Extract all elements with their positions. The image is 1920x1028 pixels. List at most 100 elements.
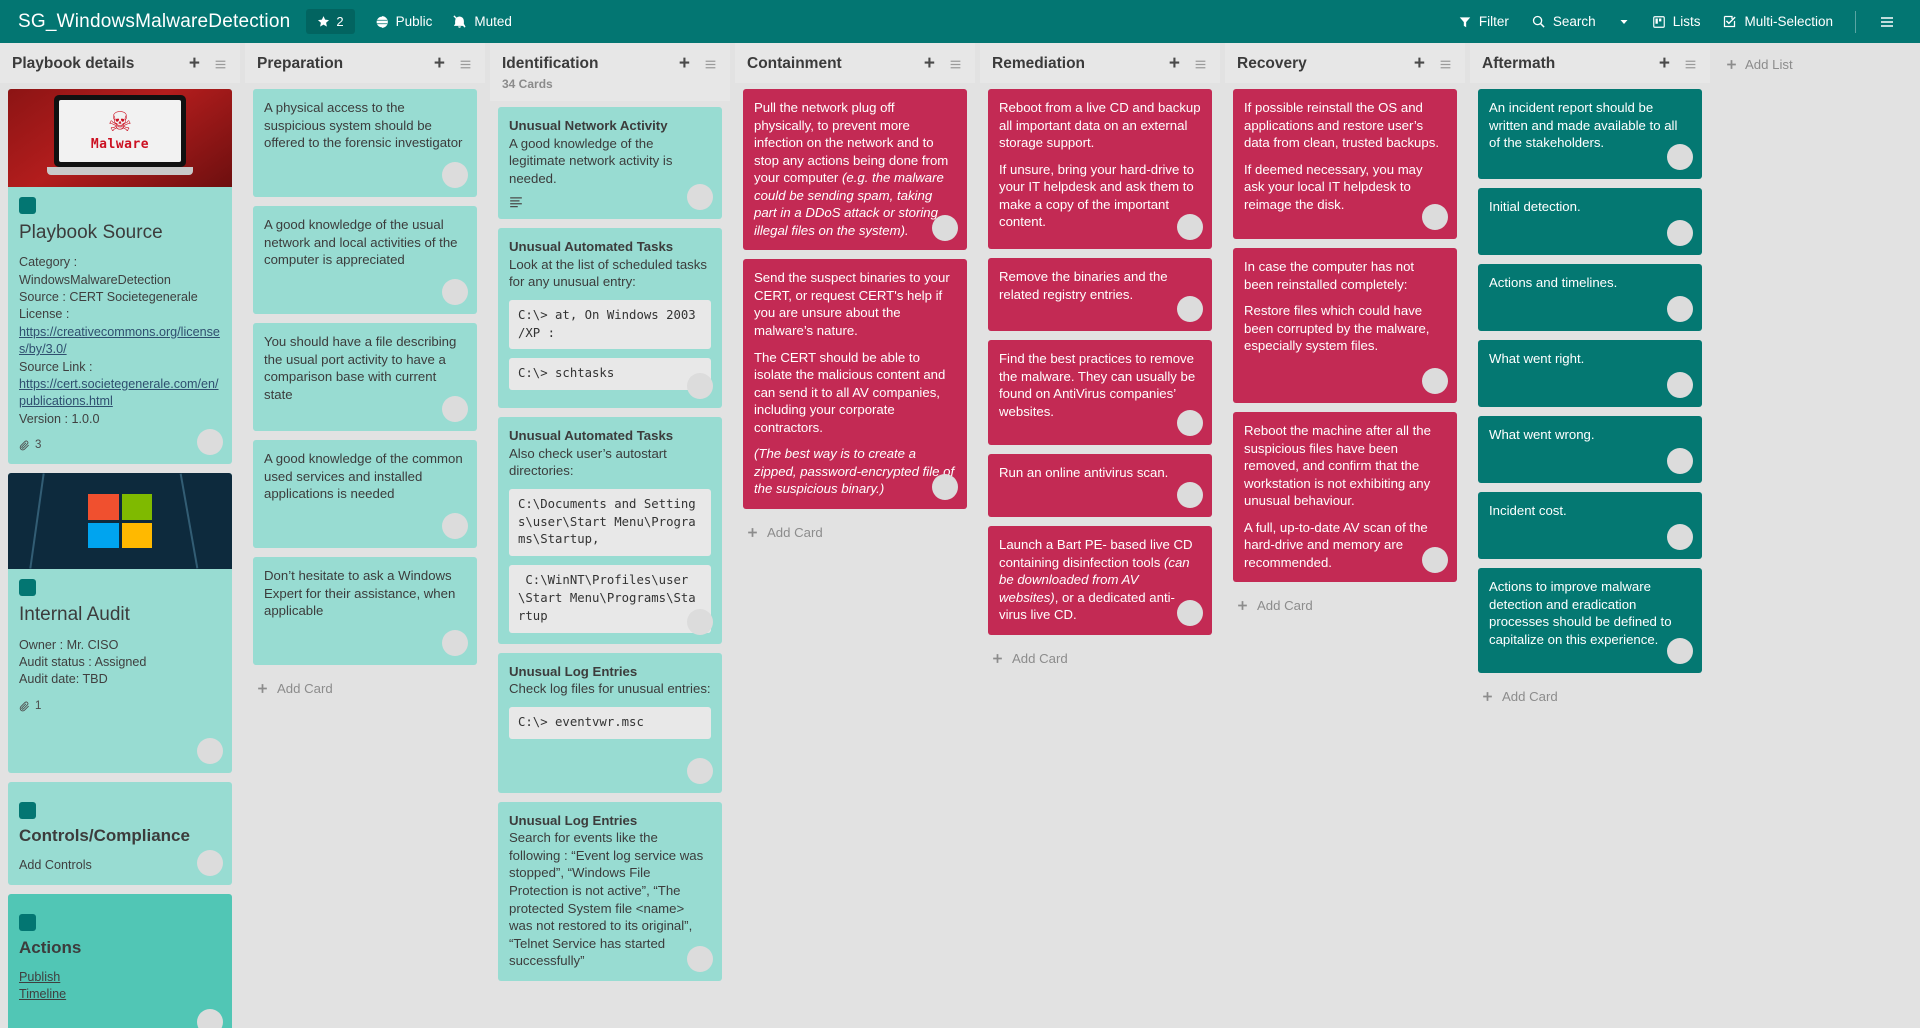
list-menu-icon[interactable]: [1438, 58, 1453, 71]
card[interactable]: Actions Publish Timeline: [8, 894, 232, 1028]
card[interactable]: Reboot the machine after all the suspici…: [1233, 412, 1457, 583]
star-button[interactable]: 2: [306, 9, 355, 34]
visibility-button[interactable]: Public: [365, 8, 443, 35]
avatar[interactable]: [442, 396, 468, 422]
card[interactable]: What went wrong.: [1478, 416, 1702, 483]
card[interactable]: Actions and timelines.: [1478, 264, 1702, 331]
card[interactable]: Run an online antivirus scan.: [988, 454, 1212, 517]
avatar[interactable]: [197, 1009, 223, 1028]
action-link[interactable]: Publish: [19, 969, 221, 986]
search-button[interactable]: Search: [1521, 8, 1606, 35]
avatar[interactable]: [1422, 368, 1448, 394]
avatar[interactable]: [687, 184, 713, 211]
plus-icon: [1481, 690, 1494, 703]
avatar[interactable]: [1667, 220, 1693, 246]
list-menu-icon[interactable]: [703, 58, 718, 71]
card[interactable]: Unusual Log Entries Search for events lik…: [498, 801, 722, 981]
multi-selection-button[interactable]: Multi-Selection: [1712, 8, 1843, 35]
card[interactable]: Launch a Bart PE- based live CD containi…: [988, 526, 1212, 635]
avatar[interactable]: [197, 738, 223, 765]
card[interactable]: In case the computer has not been reinst…: [1233, 248, 1457, 403]
add-card-button[interactable]: Add Card: [253, 674, 477, 703]
add-card-button[interactable]: Add Card: [743, 518, 967, 547]
card[interactable]: Internal Audit Owner : Mr. CISO Audit stat…: [8, 473, 232, 774]
action-link[interactable]: Timeline: [19, 986, 221, 1003]
card-attachment-count: 1: [19, 699, 221, 714]
avatar[interactable]: [1177, 482, 1203, 508]
add-card-icon[interactable]: +: [1169, 54, 1180, 73]
avatar[interactable]: [1667, 524, 1693, 550]
avatar[interactable]: [1177, 410, 1203, 436]
avatar[interactable]: [1177, 214, 1203, 240]
source-link[interactable]: https://cert.societegenerale.com/en/publ…: [19, 376, 221, 411]
notifications-button[interactable]: Muted: [442, 8, 522, 35]
add-list-button[interactable]: Add List: [1715, 43, 1803, 86]
filter-button[interactable]: Filter: [1448, 8, 1519, 35]
list-menu-icon[interactable]: [213, 58, 228, 71]
add-card-icon[interactable]: +: [924, 54, 935, 73]
avatar[interactable]: [1667, 144, 1693, 170]
card[interactable]: What went right.: [1478, 340, 1702, 407]
card[interactable]: Incident cost.: [1478, 492, 1702, 559]
add-card-icon[interactable]: +: [189, 54, 200, 73]
card[interactable]: Remove the binaries and the related regi…: [988, 258, 1212, 331]
add-card-icon[interactable]: +: [434, 54, 445, 73]
card[interactable]: Don’t hesitate to ask a Windows Expert f…: [253, 557, 477, 665]
avatar[interactable]: [1667, 372, 1693, 398]
card-code-block: C:\> eventvwr.msc: [509, 706, 711, 739]
card[interactable]: An incident report should be written and…: [1478, 89, 1702, 179]
lists-button[interactable]: Lists: [1642, 8, 1711, 35]
avatar[interactable]: [1177, 599, 1203, 626]
list-body: ☠ Malware Playbook Source Category : Windo…: [0, 83, 240, 1028]
card[interactable]: A physical access to the suspicious syst…: [253, 89, 477, 197]
avatar[interactable]: [442, 279, 468, 305]
search-dropdown-button[interactable]: [1608, 10, 1640, 34]
list-menu-icon[interactable]: [1683, 58, 1698, 71]
card[interactable]: A good knowledge of the usual network an…: [253, 206, 477, 314]
card[interactable]: Unusual Log Entries Check log files for u…: [498, 652, 722, 793]
list-header: Recovery +: [1225, 43, 1465, 83]
avatar[interactable]: [687, 608, 713, 635]
card[interactable]: Reboot from a live CD and backup all imp…: [988, 89, 1212, 249]
card[interactable]: ☠ Malware Playbook Source Category : Windo…: [8, 89, 232, 465]
avatar[interactable]: [442, 513, 468, 539]
card[interactable]: Pull the network plug off physically, to…: [743, 89, 967, 251]
list-body: A physical access to the suspicious syst…: [245, 83, 485, 1028]
card[interactable]: Initial detection.: [1478, 188, 1702, 255]
card[interactable]: A good knowledge of the common used serv…: [253, 440, 477, 548]
avatar[interactable]: [687, 945, 713, 972]
card[interactable]: Controls/Compliance Add Controls: [8, 782, 232, 886]
avatar[interactable]: [687, 373, 713, 400]
list-menu-icon[interactable]: [458, 58, 473, 71]
add-card-button[interactable]: Add Card: [1233, 591, 1457, 620]
avatar[interactable]: [1177, 296, 1203, 322]
add-card-icon[interactable]: +: [1659, 54, 1670, 73]
add-card-button[interactable]: Add Card: [1478, 682, 1702, 711]
card[interactable]: Send the suspect binaries to your CERT, …: [743, 259, 967, 509]
board-menu-button[interactable]: [1868, 8, 1906, 36]
avatar[interactable]: [1667, 296, 1693, 322]
card[interactable]: Unusual Automated Tasks Look at the list …: [498, 228, 722, 409]
card[interactable]: Unusual Automated Tasks Also check user’s…: [498, 417, 722, 644]
card[interactable]: You should have a file describing the us…: [253, 323, 477, 431]
add-card-icon[interactable]: +: [679, 54, 690, 73]
card[interactable]: Find the best practices to remove the ma…: [988, 340, 1212, 445]
add-card-button[interactable]: Add Card: [988, 644, 1212, 673]
add-card-icon[interactable]: +: [1414, 54, 1425, 73]
avatar[interactable]: [442, 630, 468, 656]
avatar[interactable]: [1667, 638, 1693, 664]
license-link[interactable]: https://creativecommons.org/licenses/by/…: [19, 324, 221, 359]
card[interactable]: If possible reinstall the OS and applica…: [1233, 89, 1457, 239]
avatar[interactable]: [1667, 448, 1693, 474]
avatar[interactable]: [442, 162, 468, 188]
card[interactable]: Unusual Network Activity A good knowledge…: [498, 107, 722, 220]
card-text: Also check user’s autostart directories:: [509, 445, 667, 479]
board-title: SG_WindowsMalwareDetection: [18, 10, 291, 32]
avatar[interactable]: [932, 473, 958, 500]
list-menu-icon[interactable]: [1193, 58, 1208, 71]
avatar[interactable]: [1422, 204, 1448, 230]
card[interactable]: Actions to improve malware detection and…: [1478, 568, 1702, 673]
avatar[interactable]: [687, 757, 713, 784]
list-menu-icon[interactable]: [948, 58, 963, 71]
card-heading: Controls/Compliance: [19, 826, 190, 846]
